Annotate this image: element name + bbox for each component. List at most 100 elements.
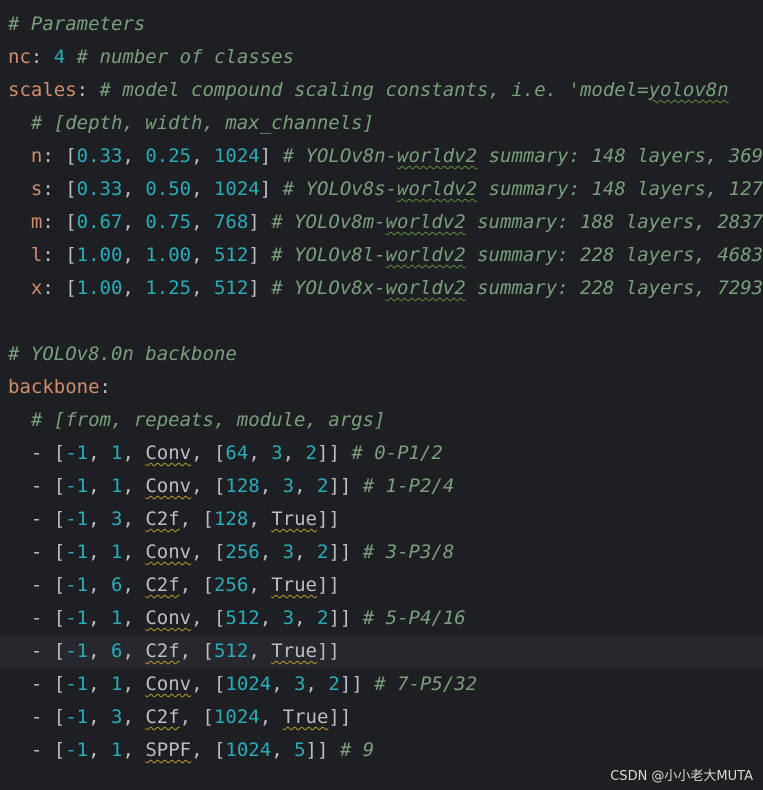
code-token-num: 2 <box>305 442 317 464</box>
code-line[interactable]: x: [1.00, 1.25, 512] # YOLOv8x-worldv2 s… <box>0 272 763 305</box>
code-line[interactable]: n: [0.33, 0.25, 1024] # YOLOv8n-worldv2 … <box>0 140 763 173</box>
code-token-comment: # [from, repeats, module, args] <box>8 409 386 431</box>
code-token-num: 1 <box>110 442 123 464</box>
code-token-comment: summary: 228 layers, 46832050 parameters <box>477 244 763 266</box>
code-line[interactable]: - [-1, 1, Conv, [256, 3, 2]] # 3-P3/8 <box>0 536 763 569</box>
code-token-comment: # YOLOv8s- <box>282 178 398 200</box>
code-line[interactable]: - [-1, 3, C2f, [128, True]] <box>0 503 763 536</box>
code-token-key: n <box>8 145 43 167</box>
code-line[interactable]: - [-1, 3, C2f, [1024, True]] <box>0 701 763 734</box>
code-token-num: 3 <box>110 508 123 530</box>
code-token-text: ]] <box>328 706 352 728</box>
code-token-text: ] <box>259 178 283 200</box>
code-line[interactable]: - [-1, 1, Conv, [64, 3, 2]] # 0-P1/2 <box>0 437 763 470</box>
code-line[interactable]: - [-1, 6, C2f, [256, True]] <box>0 569 763 602</box>
code-token-text: , <box>248 574 272 596</box>
code-line[interactable]: # YOLOv8.0n backbone <box>0 338 763 371</box>
code-token-text: , <box>88 673 111 695</box>
code-line[interactable]: - [-1, 1, Conv, [1024, 3, 2]] # 7-P5/32 <box>0 668 763 701</box>
code-token-text: , <box>88 607 111 629</box>
code-token-text: ]] <box>339 673 375 695</box>
code-token-num: -1 <box>65 508 89 530</box>
code-token-text: , <box>122 640 146 662</box>
code-token-num: -1 <box>65 541 89 563</box>
code-token-num: 1 <box>110 475 123 497</box>
code-token-text: : [ <box>42 178 77 200</box>
code-line[interactable]: backbone: <box>0 371 763 404</box>
code-token-text: ]] <box>316 508 340 530</box>
code-token-num: 2 <box>316 541 329 563</box>
code-token-key: l <box>8 244 43 266</box>
code-token-text: True <box>271 574 317 596</box>
code-token-text: ] <box>248 277 272 299</box>
code-line[interactable]: s: [0.33, 0.50, 1024] # YOLOv8s-worldv2 … <box>0 173 763 206</box>
code-token-num: 64 <box>225 442 249 464</box>
code-token-num: 1 <box>110 607 123 629</box>
code-token-text: ]] <box>305 739 340 761</box>
code-token-text: , <box>122 145 146 167</box>
code-token-num: 3 <box>282 541 295 563</box>
code-token-num: 3 <box>271 442 283 464</box>
code-token-text: , <box>282 442 306 464</box>
code-token-comment: # 0-P1/2 <box>351 442 443 464</box>
code-token-num: 1.25 <box>145 277 192 299</box>
code-line[interactable]: - [-1, 1, Conv, [128, 3, 2]] # 1-P2/4 <box>0 470 763 503</box>
code-line[interactable] <box>0 305 763 338</box>
code-token-num: 1024 <box>213 145 260 167</box>
code-token-text: , <box>122 211 146 233</box>
code-token-num: 0.33 <box>76 178 123 200</box>
code-token-num: 1.00 <box>145 244 192 266</box>
code-token-text: , <box>259 706 283 728</box>
code-token-comment: # YOLOv8l- <box>271 244 386 266</box>
code-line[interactable]: l: [1.00, 1.00, 512] # YOLOv8l-worldv2 s… <box>0 239 763 272</box>
code-token-text: , <box>191 178 214 200</box>
code-token-text: , <box>122 178 146 200</box>
code-token-text: ]] <box>317 442 352 464</box>
code-token-text: , <box>122 277 146 299</box>
code-token-text: , [ <box>191 607 226 629</box>
code-line[interactable]: # [depth, width, max_channels] <box>0 107 763 140</box>
code-token-text: Conv <box>145 541 192 563</box>
code-line[interactable]: scales: # model compound scaling constan… <box>0 74 763 107</box>
code-token-comment: summary: 188 layers, 28376158 parameters <box>477 211 763 233</box>
code-token-text: , <box>305 673 329 695</box>
code-line[interactable]: nc: 4 # number of classes <box>0 41 763 74</box>
code-token-text: , <box>122 739 146 761</box>
code-token-comment: worldv2 <box>385 244 466 266</box>
code-token-text: , [ <box>191 442 226 464</box>
code-token-text: - [ <box>8 640 66 662</box>
code-token-text: , <box>88 706 111 728</box>
code-token-num: 128 <box>225 475 260 497</box>
code-token-text: , <box>122 706 146 728</box>
code-line[interactable]: # [from, repeats, module, args] <box>0 404 763 437</box>
code-token-num: 0.50 <box>145 178 192 200</box>
code-token-num: 3 <box>282 607 295 629</box>
code-token-num: 1 <box>110 739 123 761</box>
code-token-num: 0.25 <box>145 145 192 167</box>
current-code-line[interactable]: - [-1, 6, C2f, [512, True]] <box>0 635 763 668</box>
code-token-num: 512 <box>213 277 249 299</box>
code-token-num: 128 <box>213 508 249 530</box>
code-token-comment: # [depth, width, max_channels] <box>8 112 375 134</box>
code-line[interactable]: m: [0.67, 0.75, 768] # YOLOv8m-worldv2 s… <box>0 206 763 239</box>
code-token-text: , <box>122 673 146 695</box>
code-token-num: 1024 <box>225 673 272 695</box>
code-editor[interactable]: # Parameters nc: 4 # number of classes sca… <box>0 8 763 778</box>
code-token-num: 768 <box>213 211 249 233</box>
code-token-text: , [ <box>191 541 226 563</box>
code-token-text: : <box>99 376 111 398</box>
code-token-text: C2f <box>145 574 180 596</box>
code-line[interactable]: # Parameters <box>0 8 763 41</box>
code-line[interactable]: - [-1, 1, SPPF, [1024, 5]] # 9 <box>0 734 763 767</box>
code-token-text: : [ <box>42 277 77 299</box>
code-token-comment: # model compound scaling constants, i.e.… <box>99 79 649 101</box>
code-token-num: -1 <box>65 574 89 596</box>
code-token-num: -1 <box>65 739 89 761</box>
code-token-text: , <box>88 475 111 497</box>
code-line[interactable]: - [-1, 1, Conv, [512, 3, 2]] # 5-P4/16 <box>0 602 763 635</box>
code-token-comment: # YOLOv8n- <box>282 145 398 167</box>
code-token-num: -1 <box>65 475 89 497</box>
code-token-num: -1 <box>65 673 89 695</box>
code-token-text: , <box>271 739 295 761</box>
code-token-comment: # Parameters <box>8 13 146 35</box>
